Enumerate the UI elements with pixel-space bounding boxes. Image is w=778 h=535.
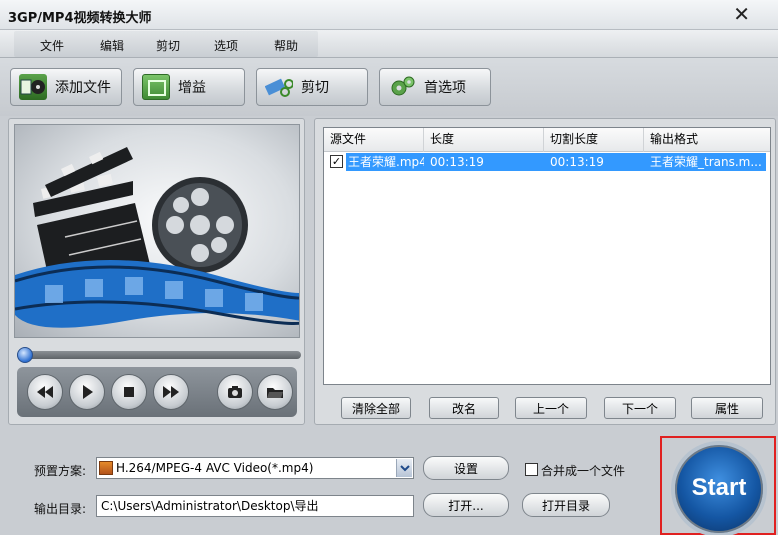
rewind-icon xyxy=(37,386,53,398)
output-dir-label: 输出目录: xyxy=(34,502,87,516)
file-list[interactable]: 源文件 长度 切割长度 输出格式 ✓ 王者荣耀.mp4 00:13:19 00:… xyxy=(323,127,771,385)
video-format-icon xyxy=(99,461,113,475)
add-file-label: 添加文件 xyxy=(55,80,111,96)
preset-label: 预置方案: xyxy=(34,464,87,478)
open-folder-button[interactable] xyxy=(257,374,293,410)
toolbar: 添加文件 增益 剪切 首选项 xyxy=(0,58,778,116)
video-preview xyxy=(14,124,300,338)
menu-strip: 文件 编辑 剪切 选项 帮助 xyxy=(14,31,318,57)
camera-icon xyxy=(228,386,242,398)
folder-icon xyxy=(267,388,283,398)
fast-forward-icon xyxy=(163,386,179,398)
seek-handle[interactable] xyxy=(17,347,33,363)
play-button[interactable] xyxy=(69,374,105,410)
browse-button[interactable]: 打开... xyxy=(423,493,509,517)
menu-file[interactable]: 文件 xyxy=(40,37,64,54)
menu-bar: 文件 编辑 剪切 选项 帮助 xyxy=(0,30,778,58)
gain-label: 增益 xyxy=(178,80,206,96)
output-dir-input[interactable]: C:\Users\Administrator\Desktop\导出 xyxy=(96,495,414,517)
menu-edit[interactable]: 编辑 xyxy=(100,37,124,54)
header-length[interactable]: 长度 xyxy=(424,128,544,152)
rewind-button[interactable] xyxy=(27,374,63,410)
add-file-button[interactable]: 添加文件 xyxy=(10,68,122,106)
preferences-button[interactable]: 首选项 xyxy=(379,68,491,106)
clapperboard-film-illustration xyxy=(15,147,299,328)
preview-panel xyxy=(8,118,305,425)
cell-length: 00:13:19 xyxy=(430,155,484,169)
menu-options[interactable]: 选项 xyxy=(214,37,238,54)
cell-source: 王者荣耀.mp4 xyxy=(348,155,424,169)
cell-output-format: 王者荣耀_trans.m... xyxy=(650,155,762,169)
playback-controls xyxy=(17,367,297,417)
clear-all-button[interactable]: 清除全部 xyxy=(341,397,411,419)
menu-help[interactable]: 帮助 xyxy=(274,37,298,54)
properties-button[interactable]: 属性 xyxy=(691,397,763,419)
fast-forward-button[interactable] xyxy=(153,374,189,410)
close-icon[interactable]: ✕ xyxy=(733,4,750,24)
window-title: 3GP/MP4视频转换大师 xyxy=(8,11,152,26)
move-up-button[interactable]: 上一个 xyxy=(515,397,587,419)
cell-cut-length: 00:13:19 xyxy=(550,155,604,169)
snapshot-button[interactable] xyxy=(217,374,253,410)
start-button[interactable]: Start xyxy=(671,441,767,535)
scissors-icon xyxy=(264,74,294,100)
table-row[interactable]: ✓ 王者荣耀.mp4 00:13:19 00:13:19 王者荣耀_trans.… xyxy=(324,153,770,171)
preset-value: H.264/MPEG-4 AVC Video(*.mp4) xyxy=(116,461,314,475)
menu-cut[interactable]: 剪切 xyxy=(156,37,180,54)
move-down-button[interactable]: 下一个 xyxy=(604,397,676,419)
rename-button[interactable]: 改名 xyxy=(429,397,499,419)
gear-icon xyxy=(388,74,416,100)
start-label: Start xyxy=(691,474,747,501)
gain-button[interactable]: 增益 xyxy=(133,68,245,106)
header-cut-length[interactable]: 切割长度 xyxy=(544,128,644,152)
chevron-down-icon[interactable] xyxy=(396,459,412,477)
settings-button[interactable]: 设置 xyxy=(423,456,509,480)
file-list-panel: 源文件 长度 切割长度 输出格式 ✓ 王者荣耀.mp4 00:13:19 00:… xyxy=(314,118,776,425)
open-directory-button[interactable]: 打开目录 xyxy=(522,493,610,517)
cut-label: 剪切 xyxy=(301,80,329,96)
title-bar: 3GP/MP4视频转换大师 ✕ xyxy=(0,0,778,30)
seek-bar[interactable] xyxy=(17,351,301,359)
header-source[interactable]: 源文件 xyxy=(324,128,424,152)
preset-select[interactable]: H.264/MPEG-4 AVC Video(*.mp4) xyxy=(96,457,414,479)
stop-button[interactable] xyxy=(111,374,147,410)
row-checkbox[interactable]: ✓ xyxy=(330,155,343,168)
merge-label: 合并成一个文件 xyxy=(541,464,626,478)
play-icon xyxy=(83,385,93,399)
preferences-label: 首选项 xyxy=(424,80,466,96)
film-add-icon xyxy=(19,74,47,100)
header-output-format[interactable]: 输出格式 xyxy=(644,128,770,152)
merge-checkbox[interactable] xyxy=(525,463,538,476)
stop-icon xyxy=(124,387,134,397)
cut-button[interactable]: 剪切 xyxy=(256,68,368,106)
file-list-header: 源文件 长度 切割长度 输出格式 xyxy=(324,128,770,152)
gain-icon xyxy=(142,74,170,100)
